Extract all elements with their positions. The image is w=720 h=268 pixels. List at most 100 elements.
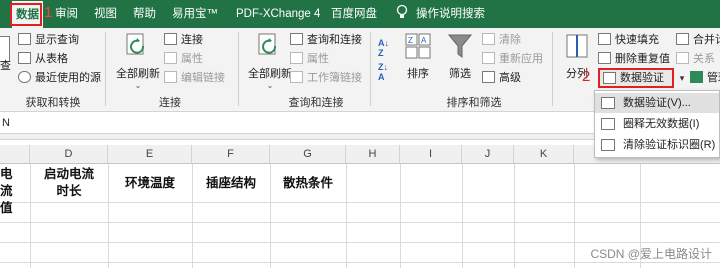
- reapply-button[interactable]: 重新应用: [482, 51, 543, 68]
- connections-icon: [164, 33, 177, 45]
- tab-yiyongbao[interactable]: 易用宝™: [172, 0, 218, 28]
- remove-duplicates-icon: [598, 52, 611, 64]
- group-separator: [105, 32, 106, 106]
- menu-item-clear-circles[interactable]: 清除验证标识圈(R): [595, 135, 719, 155]
- from-table[interactable]: 从表格: [18, 51, 68, 68]
- group-separator: [238, 32, 239, 106]
- tab-baidu[interactable]: 百度网盘: [331, 0, 377, 28]
- group-label-sort-filter: 排序和筛选: [446, 97, 502, 109]
- flash-fill-button[interactable]: 快速填充: [598, 32, 659, 49]
- annotation-step-1: 1: [44, 4, 53, 21]
- refresh-all-button-2[interactable]: 全部刷新 ⌄: [244, 32, 296, 90]
- get-data-partial[interactable]: 查: [0, 58, 11, 75]
- recent-sources-icon: [18, 71, 31, 83]
- filter-icon: [447, 34, 473, 58]
- group-label-get-transform: 获取和转换: [25, 97, 81, 109]
- sort-icon: ZA: [405, 33, 431, 59]
- column-header-k[interactable]: K: [514, 145, 574, 164]
- data-validation-dropdown-arrow[interactable]: ▾: [676, 70, 688, 86]
- column-header-i[interactable]: I: [400, 145, 462, 164]
- connections-button[interactable]: 连接: [164, 32, 203, 49]
- group-separator: [370, 32, 371, 106]
- column-header-d[interactable]: D: [30, 145, 108, 164]
- tell-me-search[interactable]: 操作说明搜索: [416, 0, 485, 28]
- clear-filter-icon: [482, 33, 495, 45]
- circle-invalid-icon: [601, 118, 615, 130]
- column-header-g[interactable]: G: [270, 145, 346, 164]
- text-to-columns-icon: [566, 34, 588, 58]
- grid-line: [0, 202, 720, 203]
- clear-circles-icon: [601, 139, 615, 151]
- recent-sources[interactable]: 最近使用的源: [18, 70, 101, 87]
- tab-review[interactable]: 审阅: [55, 0, 78, 28]
- advanced-filter-button[interactable]: 高级: [482, 70, 521, 87]
- reapply-icon: [482, 52, 495, 64]
- column-header-e[interactable]: E: [108, 145, 192, 164]
- grid-line: [0, 222, 720, 223]
- grid-line: [346, 164, 347, 268]
- properties-button-2[interactable]: 属性: [290, 51, 329, 68]
- watermark: CSDN @爱上电路设计: [590, 247, 712, 261]
- column-header-c-partial[interactable]: [0, 145, 30, 164]
- column-header-h[interactable]: H: [346, 145, 400, 164]
- menu-item-circle-invalid[interactable]: 圈释无效数据(I): [595, 114, 719, 134]
- clear-filter-button[interactable]: 清除: [482, 32, 521, 49]
- consolidate-button[interactable]: 合并计: [676, 32, 720, 49]
- data-validation-menu: 数据验证(V)... 圈释无效数据(I) 清除验证标识圈(R): [594, 90, 720, 158]
- grid-line: [0, 262, 720, 263]
- grid-line: [400, 164, 401, 268]
- group-separator: [552, 32, 553, 106]
- grid-line: [0, 242, 720, 243]
- cell-d-header[interactable]: 启动电流 时长: [30, 165, 108, 199]
- grid-line: [462, 164, 463, 268]
- sort-za-icon[interactable]: Z↓ A: [378, 62, 388, 82]
- tab-pdfxchange[interactable]: PDF-XChange 4: [236, 0, 320, 28]
- data-model-icon: [690, 71, 703, 83]
- column-header-f[interactable]: F: [192, 145, 270, 164]
- data-validation-button[interactable]: 数据验证: [598, 68, 674, 88]
- group-label-connections: 连接: [159, 97, 181, 109]
- sort-button[interactable]: ZA 排序: [400, 32, 436, 81]
- relationships-icon: [676, 52, 689, 64]
- name-box[interactable]: N: [0, 112, 60, 134]
- workbook-links-button[interactable]: 工作簿链接: [290, 70, 362, 87]
- remove-duplicates-button[interactable]: 删除重复值: [598, 51, 670, 68]
- annotation-step-2: 2: [582, 68, 591, 85]
- workbook-links-icon: [290, 71, 303, 83]
- relationships-button[interactable]: 关系: [676, 51, 715, 68]
- properties-icon: [164, 52, 177, 64]
- consolidate-icon: [676, 33, 689, 45]
- svg-text:A: A: [421, 36, 427, 45]
- advanced-filter-icon: [482, 71, 495, 83]
- group-label-queries: 查询和连接: [288, 97, 344, 109]
- menu-item-data-validation[interactable]: 数据验证(V)...: [595, 93, 719, 113]
- sort-az-icon[interactable]: A↓ Z: [378, 38, 389, 58]
- cell-g-header[interactable]: 散热条件: [270, 174, 346, 191]
- cell-c-header[interactable]: 电流 值: [0, 165, 24, 216]
- highlight-box-data-tab: [10, 3, 42, 26]
- refresh-icon: [126, 33, 145, 55]
- refresh-all-button[interactable]: 全部刷新 ⌄: [112, 32, 164, 90]
- svg-text:Z: Z: [408, 36, 413, 45]
- properties-icon: [290, 52, 303, 64]
- query-icon: [18, 33, 31, 45]
- tab-view[interactable]: 视图: [94, 0, 117, 28]
- grid-line: [574, 164, 575, 268]
- manage-data-model-button[interactable]: 管理数: [690, 70, 720, 87]
- data-validation-icon: [601, 97, 615, 109]
- edit-links-button[interactable]: 编辑链接: [164, 70, 225, 87]
- properties-button[interactable]: 属性: [164, 51, 203, 68]
- tab-help[interactable]: 帮助: [133, 0, 156, 28]
- table-icon: [18, 52, 31, 64]
- cell-f-header[interactable]: 插座结构: [192, 174, 270, 191]
- cell-e-header[interactable]: 环境温度: [108, 174, 192, 191]
- filter-button[interactable]: 筛选: [442, 32, 478, 81]
- queries-connections-button[interactable]: 查询和连接: [290, 32, 362, 49]
- ribbon-tab-bar: 数据 审阅 视图 帮助 易用宝™ PDF-XChange 4 百度网盘 操作说明…: [0, 0, 720, 28]
- show-queries[interactable]: 显示查询: [18, 32, 79, 49]
- refresh-icon: [258, 33, 277, 55]
- lightbulb-icon: [396, 0, 408, 28]
- column-header-j[interactable]: J: [462, 145, 514, 164]
- grid-line: [514, 164, 515, 268]
- edit-links-icon: [164, 71, 177, 83]
